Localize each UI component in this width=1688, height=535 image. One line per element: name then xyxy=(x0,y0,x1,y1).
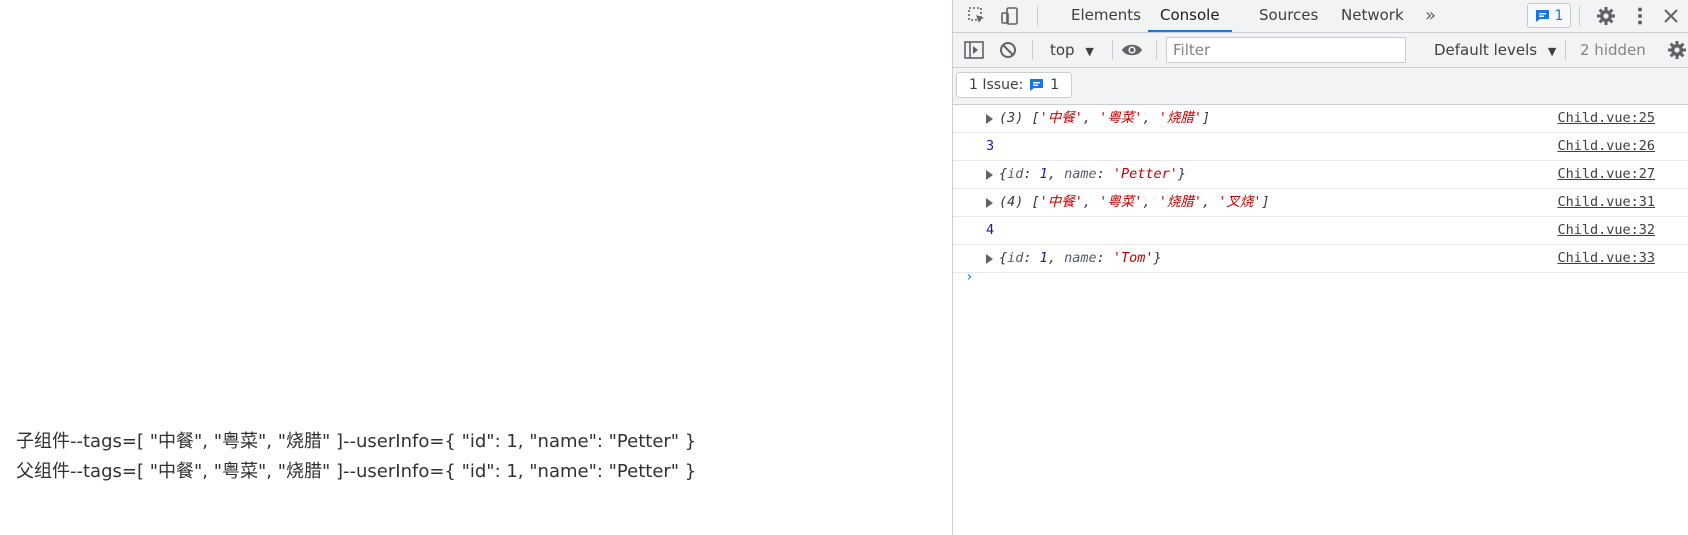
number-value: 3 xyxy=(986,138,995,154)
show-sidebar-icon[interactable] xyxy=(962,38,986,62)
context-selector[interactable]: top ▼ xyxy=(1050,33,1094,67)
issue-count: 1 xyxy=(1050,77,1060,93)
object-preview: {id: 1, name: 'Petter'} xyxy=(999,166,1187,182)
child-component-text: 子组件--tags=[ "中餐", "粤菜", "烧腊" ]--userInfo… xyxy=(16,431,697,452)
log-levels-dropdown[interactable]: Default levels ▼ xyxy=(1434,33,1556,67)
issue-label: 1 Issue: xyxy=(969,77,1024,93)
tab-console[interactable]: Console xyxy=(1148,0,1232,32)
tabbar-separator xyxy=(1579,6,1580,26)
tab-elements[interactable]: Elements xyxy=(1059,0,1153,32)
devtools-tabbar: Elements Console Sources Network » 1 xyxy=(953,0,1688,33)
console-toolbar: top ▼ Filter Default levels ▼ 2 hidden xyxy=(953,33,1688,68)
console-settings-gear-icon[interactable] xyxy=(1665,38,1688,62)
toolbar-separator xyxy=(1156,40,1157,60)
page-viewport: 子组件--tags=[ "中餐", "粤菜", "烧腊" ]--userInfo… xyxy=(0,0,952,535)
console-prompt[interactable]: › xyxy=(965,269,973,285)
device-toolbar-icon[interactable] xyxy=(998,4,1022,28)
message-icon xyxy=(1030,79,1044,91)
tabbar-separator xyxy=(1037,6,1038,26)
issue-bar: 1 Issue: 1 xyxy=(953,68,1688,105)
settings-gear-icon[interactable] xyxy=(1594,4,1618,28)
number-value: 4 xyxy=(986,222,995,238)
console-message[interactable]: (3) ['中餐', '粤菜', '烧腊'] Child.vue:25 xyxy=(953,105,1688,133)
array-preview: (3) ['中餐', '粤菜', '烧腊'] xyxy=(999,110,1211,126)
issues-link-button[interactable]: 1 Issue: 1 xyxy=(956,72,1073,98)
parent-component-text: 父组件--tags=[ "中餐", "粤菜", "烧腊" ]--userInfo… xyxy=(16,461,697,482)
toolbar-separator xyxy=(1032,40,1033,60)
more-options-icon[interactable] xyxy=(1628,4,1652,28)
source-link[interactable]: Child.vue:31 xyxy=(1557,189,1655,216)
message-icon xyxy=(1535,9,1549,22)
clear-console-icon[interactable] xyxy=(996,38,1020,62)
source-link[interactable]: Child.vue:33 xyxy=(1557,245,1655,272)
object-preview: {id: 1, name: 'Tom'} xyxy=(999,250,1162,266)
console-messages: (3) ['中餐', '粤菜', '烧腊'] Child.vue:25 3 Ch… xyxy=(953,105,1688,535)
array-preview: (4) ['中餐', '粤菜', '烧腊', '叉烧'] xyxy=(999,194,1270,210)
issues-counter-button[interactable]: 1 xyxy=(1527,3,1571,28)
source-link[interactable]: Child.vue:25 xyxy=(1557,105,1655,132)
log-levels-label: Default levels xyxy=(1434,41,1538,59)
console-message[interactable]: 3 Child.vue:26 xyxy=(953,133,1688,161)
source-link[interactable]: Child.vue:26 xyxy=(1557,133,1655,160)
source-link[interactable]: Child.vue:27 xyxy=(1557,161,1655,188)
live-expression-eye-icon[interactable] xyxy=(1120,38,1144,62)
dropdown-arrow-icon: ▼ xyxy=(1085,45,1094,58)
toolbar-separator xyxy=(1565,40,1566,60)
issues-count: 1 xyxy=(1554,7,1564,24)
source-link[interactable]: Child.vue:32 xyxy=(1557,217,1655,244)
console-message[interactable]: 4 Child.vue:32 xyxy=(953,217,1688,245)
dropdown-arrow-icon: ▼ xyxy=(1547,45,1557,58)
console-message[interactable]: {id: 1, name: 'Tom'} Child.vue:33 xyxy=(953,245,1688,273)
close-devtools-icon[interactable] xyxy=(1659,4,1683,28)
tab-network[interactable]: Network xyxy=(1329,0,1416,32)
toolbar-separator xyxy=(1112,40,1113,60)
context-label: top xyxy=(1050,41,1075,59)
inspect-element-icon[interactable] xyxy=(965,4,989,28)
devtools-panel: Elements Console Sources Network » 1 top xyxy=(952,0,1688,535)
more-tabs-icon[interactable]: » xyxy=(1413,0,1448,32)
tab-sources[interactable]: Sources xyxy=(1247,0,1330,32)
console-message[interactable]: (4) ['中餐', '粤菜', '烧腊', '叉烧'] Child.vue:3… xyxy=(953,189,1688,217)
console-message[interactable]: {id: 1, name: 'Petter'} Child.vue:27 xyxy=(953,161,1688,189)
hidden-count: 2 hidden xyxy=(1580,41,1646,59)
filter-input[interactable]: Filter xyxy=(1166,37,1406,63)
